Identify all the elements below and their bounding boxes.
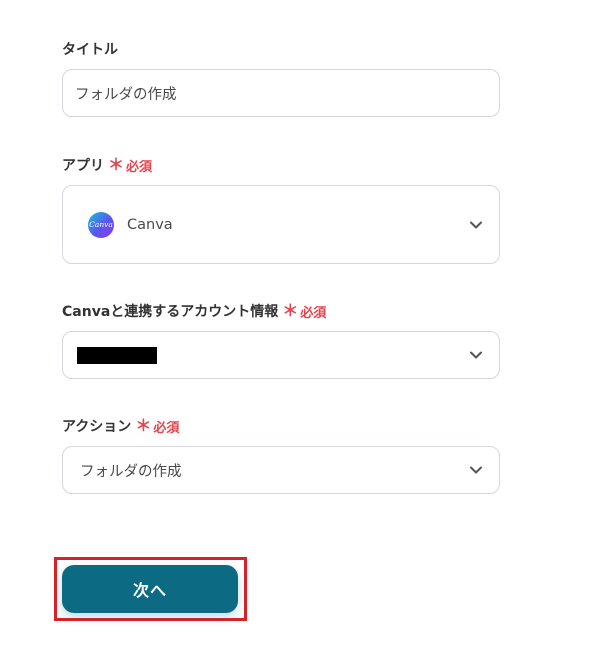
app-label-text: アプリ [62,158,104,174]
chevron-down-icon [470,466,482,474]
app-select-value: Canva [127,216,173,233]
required-badge: ＊ 必須 [282,302,326,321]
required-asterisk: ＊ [108,155,125,174]
required-text: 必須 [300,305,327,321]
required-text: 必須 [153,420,180,436]
required-asterisk: ＊ [282,301,299,320]
title-input[interactable]: フォルダの作成 [62,69,500,117]
account-label-text: Canvaと連携するアカウント情報 [62,304,279,320]
redacted-account-value [77,346,157,364]
title-input-value: フォルダの作成 [75,86,177,103]
app-select[interactable]: Canva Canva [62,185,500,264]
form: タイトル フォルダの作成 アプリ ＊ 必須 Canva Canva Canvaと… [0,0,591,667]
title-label-text: タイトル [62,42,118,58]
required-text: 必須 [126,159,153,175]
required-badge: ＊ 必須 [135,417,179,436]
required-asterisk: ＊ [135,416,152,435]
next-button[interactable]: 次へ [62,565,238,613]
app-label: アプリ ＊ 必須 [62,155,152,175]
chevron-down-icon [470,221,482,228]
account-select[interactable] [62,331,500,379]
chevron-down-icon [470,351,482,359]
account-label: Canvaと連携するアカウント情報 ＊ 必須 [62,301,326,321]
action-select-value: フォルダの作成 [80,463,182,480]
action-select[interactable]: フォルダの作成 [62,446,500,494]
title-label: タイトル [62,39,118,59]
action-label: アクション ＊ 必須 [62,416,179,436]
required-badge: ＊ 必須 [108,156,152,175]
canva-logo-icon: Canva [88,211,114,238]
action-label-text: アクション [62,419,132,435]
